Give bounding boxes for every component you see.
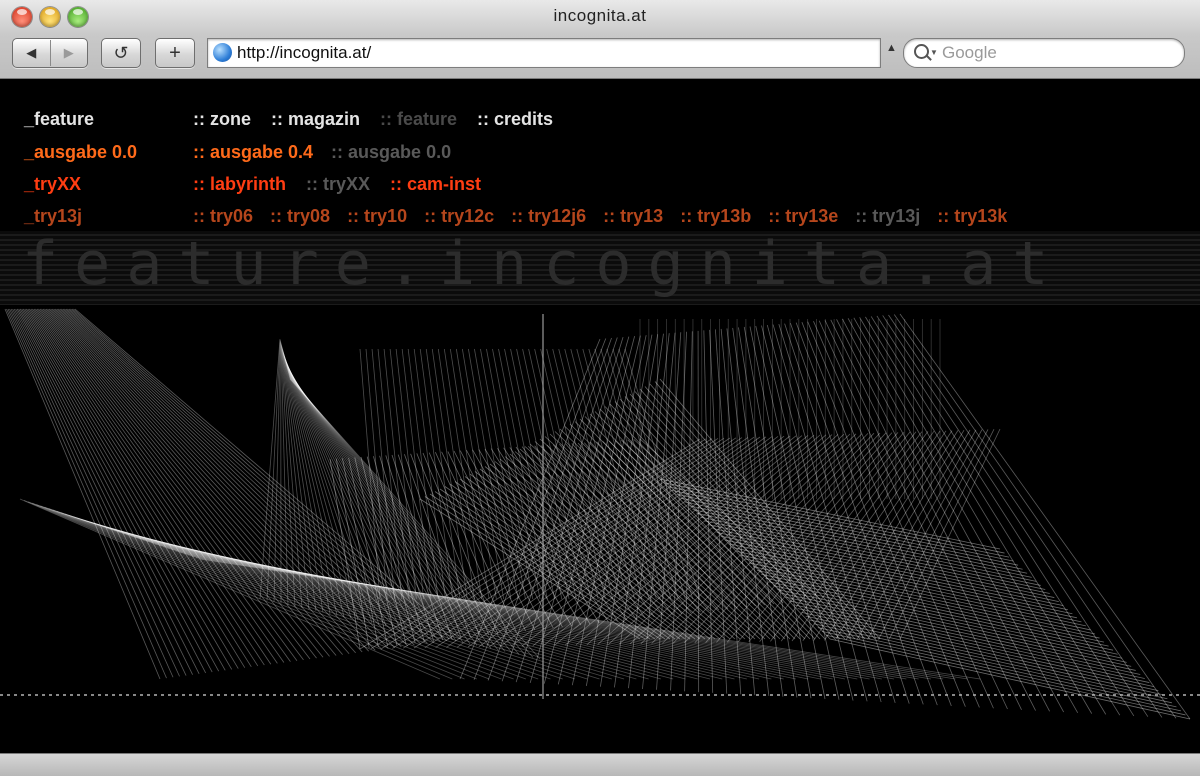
title-bar[interactable]: incognita.at xyxy=(0,0,1200,34)
wireframe-mesh-artwork xyxy=(0,308,1200,720)
search-menu-chevron-icon[interactable]: ▼ xyxy=(930,48,938,57)
mesh-line xyxy=(468,348,512,600)
search-field[interactable]: ▼ xyxy=(903,38,1185,68)
mesh-line xyxy=(25,308,252,668)
back-forward-buttons: ◀ ▶ xyxy=(12,38,88,68)
mesh-line xyxy=(834,429,965,641)
mesh-line xyxy=(16,308,213,673)
mesh-line xyxy=(27,308,259,667)
window-title: incognita.at xyxy=(553,6,647,25)
mesh-line xyxy=(7,308,174,678)
address-dropdown-icon[interactable]: ▲ xyxy=(886,42,897,54)
browser-chrome: incognita.at ◀ ▶ ↺ + http://incognita.at… xyxy=(0,0,1200,79)
mesh-line xyxy=(273,340,281,603)
back-button[interactable]: ◀ xyxy=(13,45,50,61)
browser-window: incognita.at ◀ ▶ ↺ + http://incognita.at… xyxy=(0,0,1200,776)
status-bar xyxy=(0,753,1200,776)
mesh-line xyxy=(10,308,187,676)
add-bookmark-button[interactable]: + xyxy=(155,38,195,68)
mesh-lines xyxy=(4,308,1191,720)
mesh-line xyxy=(12,308,193,675)
mesh-line xyxy=(266,339,281,601)
mesh-line xyxy=(504,348,555,600)
mesh-line xyxy=(870,316,1121,716)
page-content: _feature :: zone :: magazin :: feature :… xyxy=(0,79,1200,753)
mesh-line xyxy=(474,348,519,600)
mesh-line xyxy=(859,317,1093,714)
mesh-line xyxy=(759,431,923,642)
mesh-line xyxy=(44,308,330,657)
address-bar[interactable]: http://incognita.at/ xyxy=(207,38,881,68)
mesh-line xyxy=(48,508,527,680)
reload-button[interactable]: ↺ xyxy=(101,38,141,68)
mesh-line xyxy=(15,308,207,674)
mesh-line xyxy=(395,348,425,600)
mesh-line xyxy=(712,528,1059,603)
mesh-line xyxy=(383,348,410,600)
mesh-line xyxy=(36,308,298,661)
mesh-line xyxy=(33,308,285,663)
mesh-line xyxy=(720,535,1068,611)
mesh-line xyxy=(824,320,1008,710)
forward-button[interactable]: ▶ xyxy=(51,45,88,61)
mesh-line xyxy=(29,308,265,666)
mesh-line xyxy=(41,308,317,659)
mesh-line xyxy=(435,437,743,648)
mesh-line xyxy=(801,322,952,707)
search-input[interactable] xyxy=(940,42,1174,64)
mesh-line xyxy=(30,308,272,665)
url-text[interactable]: http://incognita.at/ xyxy=(237,43,371,63)
globe-icon xyxy=(213,43,232,62)
mesh-line xyxy=(44,506,514,680)
mesh-line xyxy=(825,634,1186,716)
mesh-line xyxy=(21,308,233,670)
search-icon[interactable] xyxy=(914,44,929,59)
mesh-line xyxy=(888,314,1163,718)
